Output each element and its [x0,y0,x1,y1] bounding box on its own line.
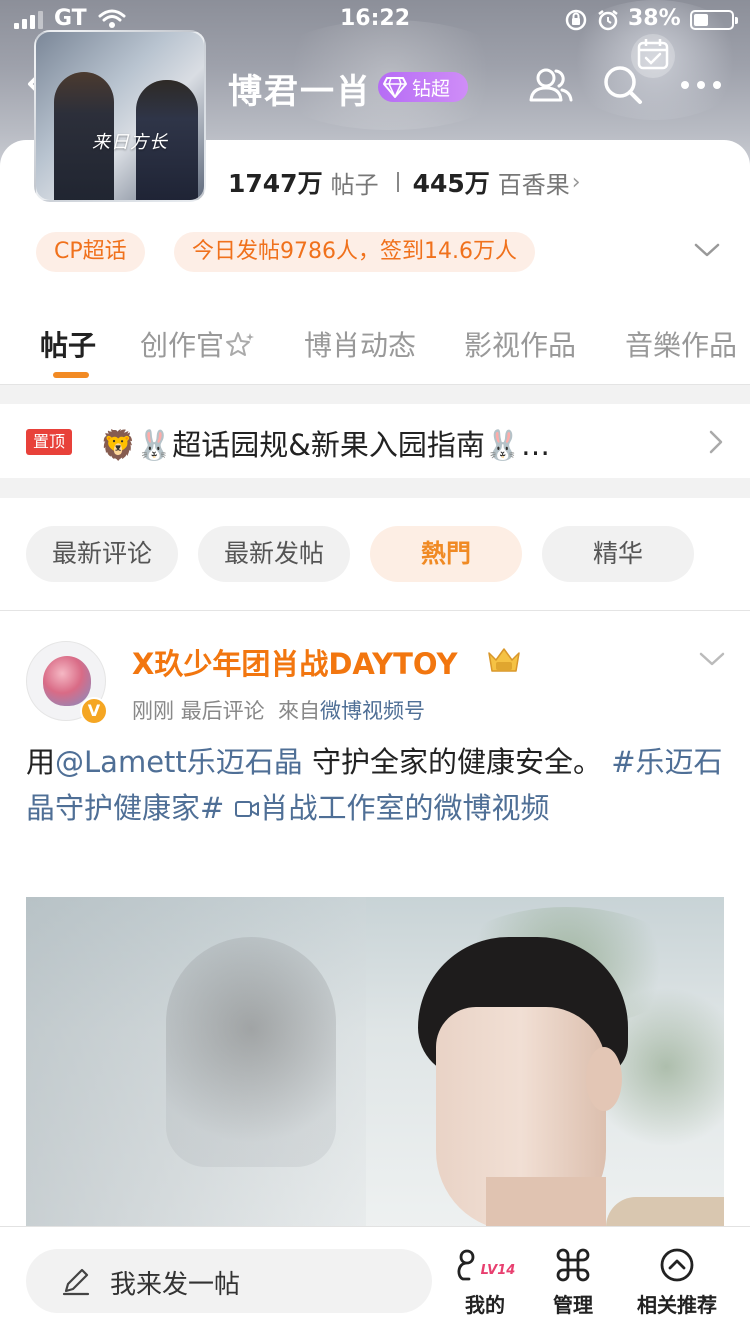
pinned-title: 🦁🐰超话园规&新果入园指南🐰… [100,428,550,462]
orientation-lock-icon [564,8,588,38]
sparkle-icon [226,332,255,356]
my-icon-row: LV14 [440,1245,530,1285]
topic-tabs: 帖子 创作官 博肖动态 影视作品 音樂作品 [0,324,750,384]
person-ear [586,1047,622,1111]
alarm-icon [596,8,620,38]
search-icon[interactable] [598,60,648,110]
tab-news[interactable]: 博肖动态 [304,324,416,364]
posts-count: 1747万 [228,169,323,198]
compose-placeholder: 我来发一帖 [110,1270,241,1300]
fans-count: 445万 [412,169,490,198]
chevron-right-icon [704,428,728,456]
stats-divider [396,172,399,192]
post-source-link[interactable]: 微博视频号 [320,699,425,723]
chevron-down-icon[interactable] [698,649,726,669]
pinned-badge: 置顶 [26,429,72,455]
feed-post: V X玖少年团肖战DAYTOY 刚刚 最后评论 來自微博视频号 用@Lamett… [0,611,750,1231]
crown-icon [486,645,522,675]
post-author-name[interactable]: X玖少年团肖战DAYTOY [132,641,458,683]
topic-stats[interactable]: 1747万 帖子 445万 百香果 › [228,164,581,200]
filter-featured[interactable]: 精华 [542,526,694,582]
pinned-post-row[interactable]: 置顶 🦁🐰超话园规&新果入园指南🐰… [0,404,750,478]
post-meta: 刚刚 最后评论 來自微博视频号 [132,695,425,725]
posts-label: 帖子 [330,170,379,199]
cover-caption: 来日方长 [92,132,168,153]
video-link-label: 肖战工作室的微博视频 [259,791,550,825]
chevron-down-icon[interactable] [692,238,722,262]
people-icon[interactable] [526,60,576,110]
more-icon[interactable] [676,60,726,110]
video-link[interactable]: 肖战工作室的微博视频 [234,791,550,825]
mention-link[interactable]: @Lamett乐迈石晶 [55,745,303,779]
related-recommend-button[interactable]: 相关推荐 [632,1245,722,1318]
cp-topic-tag[interactable]: CP超话 [36,232,145,272]
diamond-icon [378,72,412,102]
topic-cover-image: 来日方长 [34,30,206,202]
my-button[interactable]: LV14 我的 [440,1245,530,1318]
fans-label: 百香果 [497,170,570,199]
tab-creators[interactable]: 创作官 [140,324,256,364]
post-last-comment: 最后评论 [180,699,265,723]
related-label: 相关推荐 [637,1293,717,1317]
person-neck [486,1177,606,1231]
my-profile-icon [457,1249,475,1281]
topic-title: 博君一肖 [228,72,372,112]
tab-creators-label: 创作官 [140,329,225,362]
diamond-super-badge[interactable]: 钻超 [378,72,468,102]
bottom-toolbar: 我来发一帖 LV14 我的 管理 相关推荐 [0,1226,750,1334]
post-text-prefix: 用 [26,745,56,779]
verified-badge: V [80,697,108,725]
chevron-up-circle-icon [660,1248,694,1282]
level-badge: LV14 [480,1262,516,1278]
related-icon-row [632,1245,722,1285]
daily-stats-tag[interactable]: 今日发帖9786人，签到14.6万人 [174,232,535,272]
battery-fill [694,14,708,26]
active-tab-indicator [53,372,89,378]
post-from: 來自 [278,699,321,723]
battery-percentage: 38% [628,6,681,31]
tab-films[interactable]: 影视作品 [464,324,576,364]
filter-hot[interactable]: 熱門 [370,526,522,582]
tab-posts[interactable]: 帖子 [40,324,96,364]
chevron-right-icon: › [571,169,581,195]
post-text-main: 守护全家的健康安全。 [302,745,602,779]
manage-icon-row [528,1245,618,1285]
manage-button[interactable]: 管理 [528,1245,618,1318]
compose-post-button[interactable]: 我来发一帖 [26,1249,432,1313]
diamond-badge-label: 钻超 [412,77,451,100]
video-icon [234,801,259,817]
command-icon [556,1248,590,1282]
post-time: 刚刚 [132,699,174,723]
manage-label: 管理 [553,1293,593,1317]
pencil-icon [62,1268,90,1296]
my-label: 我的 [465,1293,505,1317]
battery-icon [690,10,738,30]
verified-mark: V [87,701,101,720]
filter-latest-comments[interactable]: 最新评论 [26,526,178,582]
filter-latest-posts[interactable]: 最新发帖 [198,526,350,582]
feed-filter-bar: 最新评论 最新发帖 熱門 精华 [0,498,750,610]
post-body: 用@Lamett乐迈石晶 守护全家的健康安全。 #乐迈石晶守护健康家# 肖战工作… [26,739,726,831]
reflection-figure [166,937,336,1167]
divider [0,384,750,385]
tab-music[interactable]: 音樂作品 [625,324,737,364]
post-video-thumbnail[interactable] [26,897,724,1231]
